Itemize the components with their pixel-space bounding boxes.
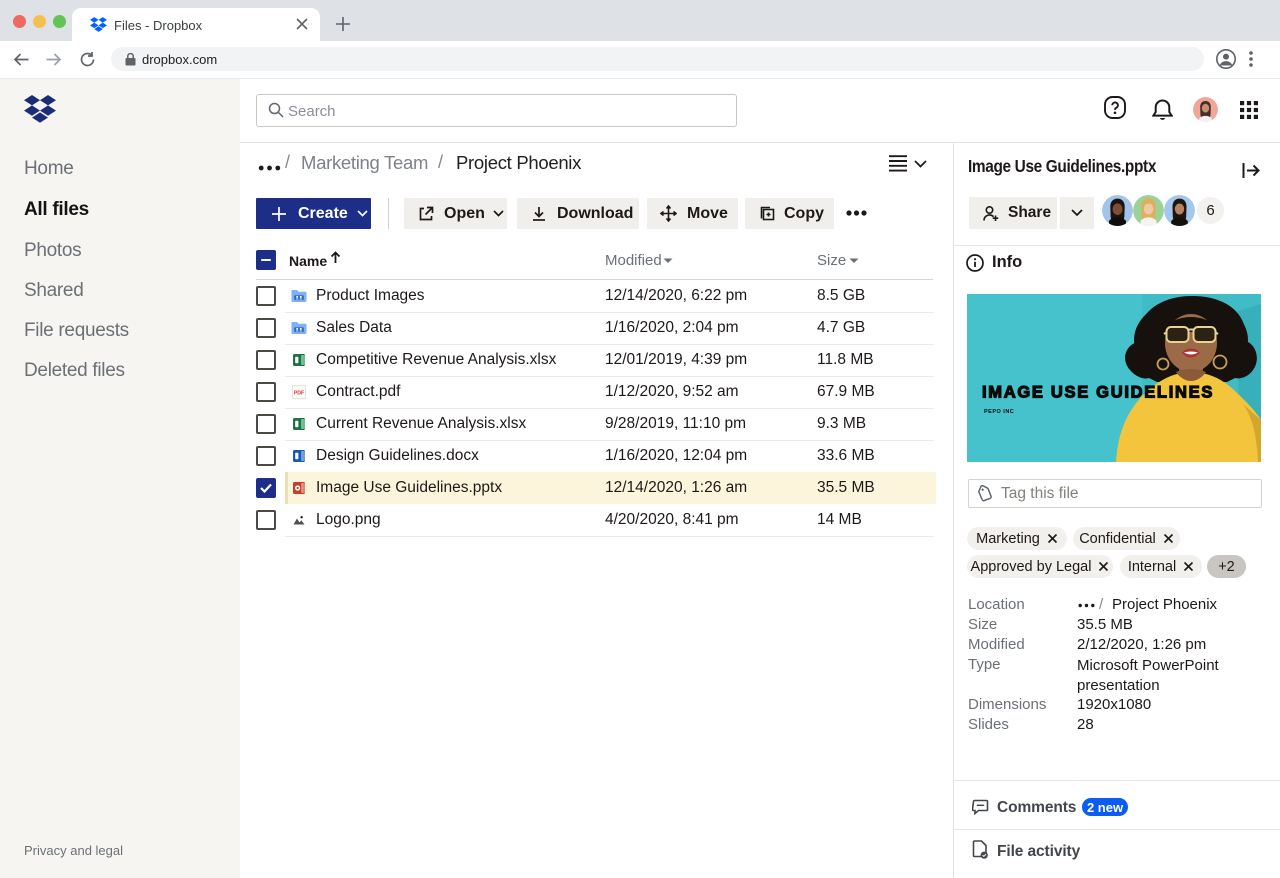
svg-text:IMAGE USE GUIDELINES: IMAGE USE GUIDELINES — [982, 384, 1214, 402]
svg-text:PDF: PDF — [294, 391, 304, 397]
svg-text:PEPO INC: PEPO INC — [984, 409, 1014, 415]
